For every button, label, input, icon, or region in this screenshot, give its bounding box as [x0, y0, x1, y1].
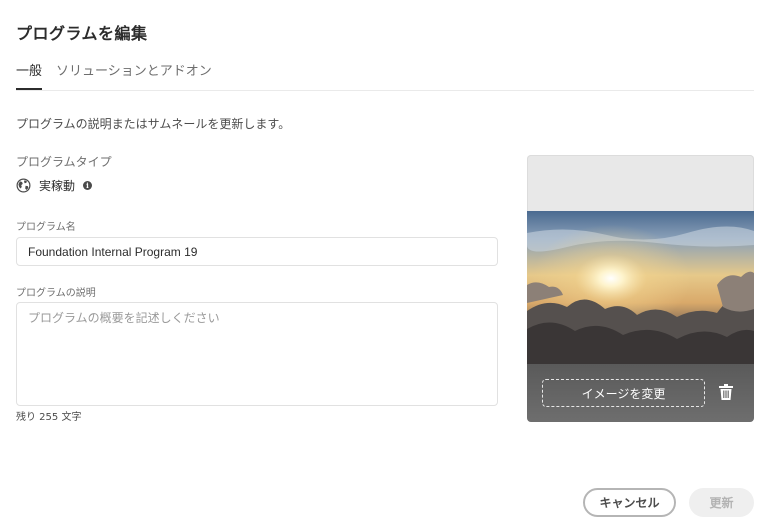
cancel-button[interactable]: キャンセル — [583, 488, 676, 517]
thumbnail-card: イメージを変更 — [527, 155, 754, 422]
update-button[interactable]: 更新 — [689, 488, 754, 517]
character-counter: 残り 255 文字 — [16, 412, 82, 423]
program-type-row: 実稼動 i — [16, 177, 93, 193]
intro-text: プログラムの説明またはサムネールを更新します。 — [16, 117, 291, 131]
program-description-textarea[interactable] — [16, 302, 498, 406]
dialog-title: プログラムを編集 — [16, 24, 148, 43]
thumbnail-image — [527, 211, 754, 364]
program-name-label: プログラム名 — [16, 222, 76, 233]
trash-icon[interactable] — [717, 384, 735, 402]
tab-bar: 一般 ソリューションとアドオン — [16, 60, 754, 91]
program-type-value: 実稼動 — [39, 178, 76, 193]
globe-icon — [16, 178, 31, 193]
program-name-input[interactable] — [16, 237, 498, 266]
tab-general[interactable]: 一般 — [16, 60, 42, 79]
change-image-button[interactable]: イメージを変更 — [542, 379, 705, 407]
program-description-label: プログラムの説明 — [16, 288, 96, 299]
active-tab-indicator — [16, 88, 42, 90]
program-type-label: プログラムタイプ — [16, 155, 112, 169]
info-icon[interactable]: i — [83, 180, 93, 190]
tab-solutions-addons[interactable]: ソリューションとアドオン — [56, 60, 212, 79]
thumbnail-actions-bar: イメージを変更 — [527, 364, 754, 422]
